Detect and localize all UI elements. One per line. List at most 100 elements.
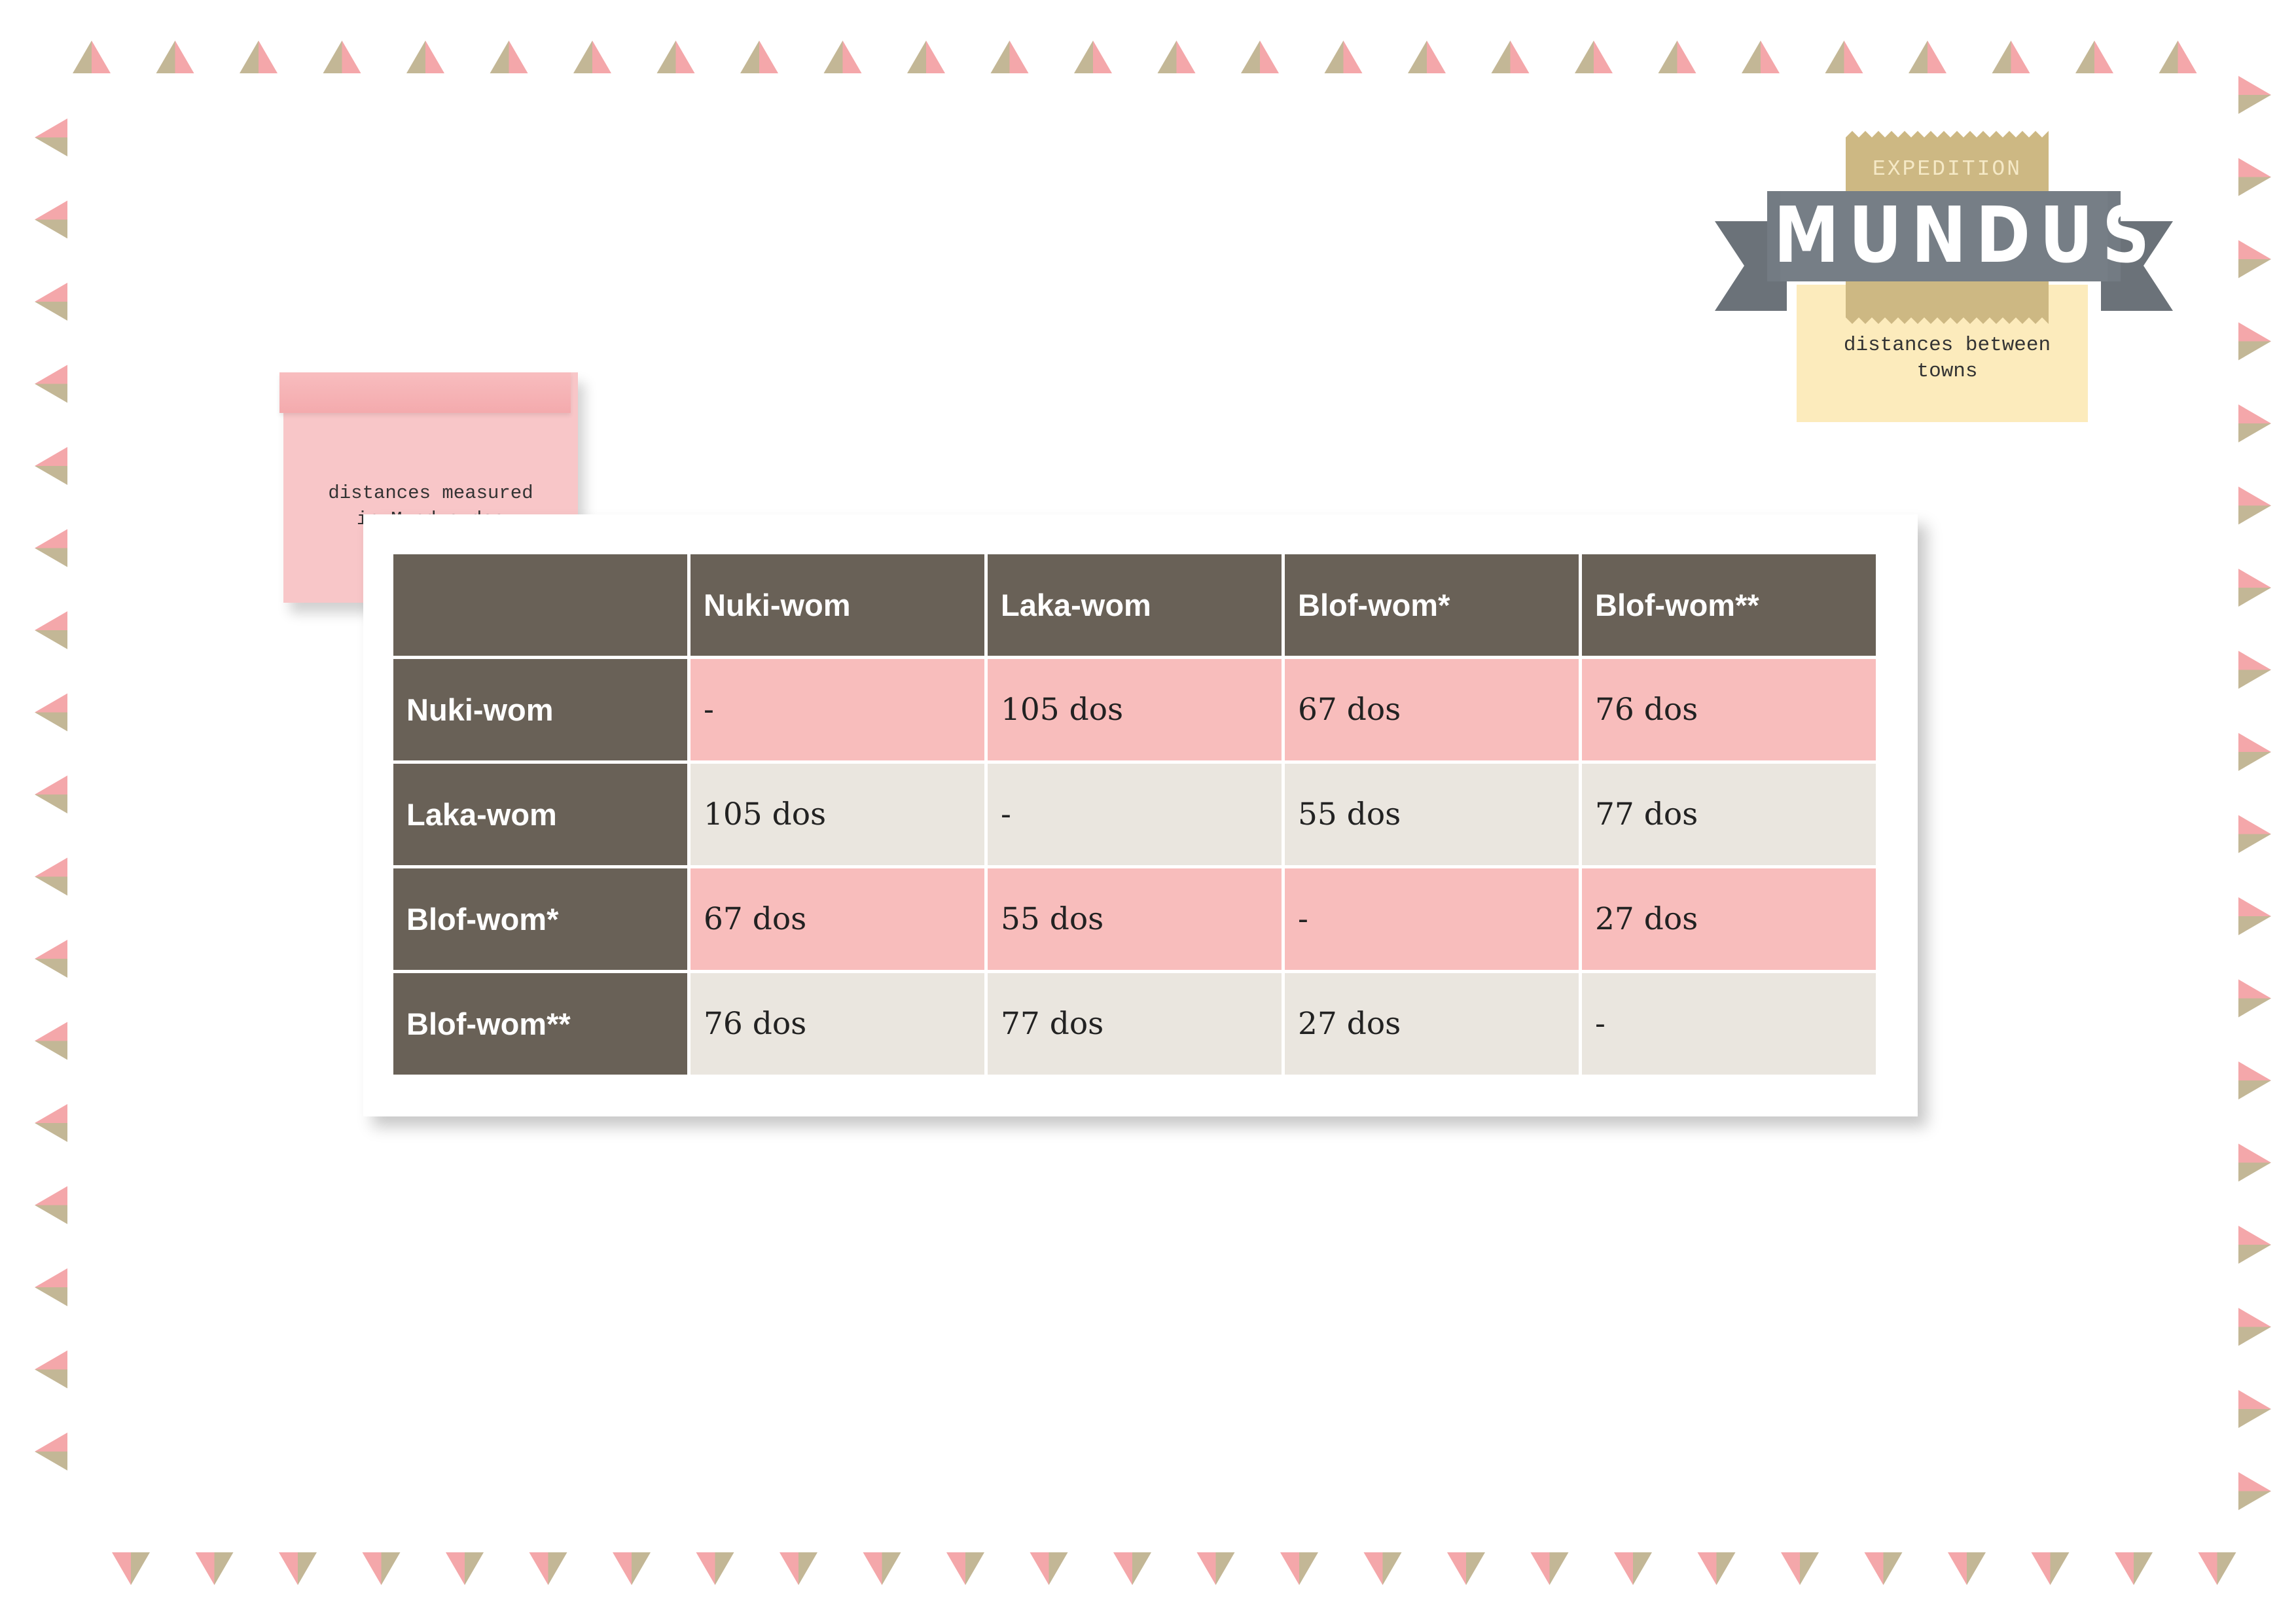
border-triangle: [1658, 41, 1677, 73]
border-triangle: [1030, 1552, 1049, 1585]
border-triangle: [2238, 1409, 2271, 1428]
border-triangle: [2031, 1552, 2051, 1585]
border-triangle: [2238, 1327, 2271, 1346]
border-triangle: [112, 1552, 131, 1585]
border-triangle: [2011, 41, 2030, 73]
table-corner-header: [393, 554, 687, 656]
border-triangle: [780, 1552, 798, 1585]
border-triangle: [35, 1268, 67, 1287]
border-triangle: [35, 283, 67, 302]
column-header: Blof-wom**: [1582, 554, 1876, 656]
border-triangle: [1510, 41, 1530, 73]
border-triangle: [907, 41, 926, 73]
border-triangle: [2238, 1080, 2271, 1099]
border-triangle: [1800, 1552, 1819, 1585]
border-triangle: [1215, 1552, 1235, 1585]
border-triangle: [2238, 979, 2271, 999]
badge-title: MUNDUS: [1774, 190, 2159, 281]
border-triangle: [2050, 1552, 2070, 1585]
border-triangle: [1491, 41, 1511, 73]
column-header: Laka-wom: [988, 554, 1282, 656]
border-triangle: [1363, 1552, 1383, 1585]
border-triangle: [529, 1552, 548, 1585]
table-row: Blof-wom* 67 dos 55 dos - 27 dos: [393, 868, 1876, 970]
border-triangle: [863, 1552, 882, 1585]
border-triangle: [1697, 1552, 1717, 1585]
column-header: Nuki-wom: [691, 554, 984, 656]
distance-card: Nuki-wom Laka-wom Blof-wom* Blof-wom** N…: [363, 514, 1918, 1116]
distance-cell: 55 dos: [1285, 764, 1579, 865]
border-triangle: [1530, 1552, 1550, 1585]
border-triangle: [35, 959, 67, 978]
distance-cell: -: [1582, 973, 1876, 1075]
border-triangle: [92, 41, 111, 73]
border-triangle: [2238, 1226, 2271, 1245]
border-triangle: [2238, 341, 2271, 361]
distance-cell: 76 dos: [691, 973, 984, 1075]
border-triangle: [214, 1552, 234, 1585]
border-triangle: [1324, 41, 1344, 73]
border-triangle: [35, 529, 67, 548]
border-triangle: [1113, 1552, 1132, 1585]
border-triangle: [323, 41, 342, 73]
distance-cell: -: [691, 659, 984, 760]
row-header: Nuki-wom: [393, 659, 687, 760]
border-triangle: [1260, 41, 1279, 73]
border-triangle: [946, 1552, 965, 1585]
border-triangle: [1677, 41, 1696, 73]
border-triangle: [1844, 41, 1863, 73]
distance-cell: 55 dos: [988, 868, 1282, 970]
border-triangle: [35, 137, 67, 156]
border-triangle: [2198, 1552, 2217, 1585]
border-triangle: [1864, 1552, 1884, 1585]
sticky-note-flap: [279, 372, 571, 413]
distance-cell: 27 dos: [1582, 868, 1876, 970]
border-triangle: [2238, 76, 2271, 95]
border-triangle: [2238, 569, 2271, 588]
border-triangle: [632, 1552, 651, 1585]
distance-cell: 105 dos: [988, 659, 1282, 760]
border-triangle: [342, 41, 361, 73]
border-triangle: [35, 383, 67, 403]
border-triangle: [35, 200, 67, 220]
border-triangle: [175, 41, 194, 73]
border-triangle: [1093, 41, 1112, 73]
border-triangle: [1742, 41, 1761, 73]
border-triangle: [2238, 1162, 2271, 1182]
border-triangle: [35, 548, 67, 567]
border-triangle: [35, 302, 67, 321]
border-triangle: [2238, 897, 2271, 916]
border-triangle: [2238, 322, 2271, 342]
border-triangle: [1575, 41, 1594, 73]
border-triangle: [1408, 41, 1427, 73]
border-triangle: [798, 1552, 817, 1585]
border-triangle: [35, 776, 67, 794]
border-triangle: [509, 41, 528, 73]
border-triangle: [2238, 404, 2271, 423]
border-triangle: [2238, 423, 2271, 442]
expedition-badge: EXPEDITION MUNDUS distances between town…: [1715, 131, 2173, 432]
border-triangle: [2238, 916, 2271, 935]
border-triangle: [2094, 41, 2113, 73]
border-triangle: [35, 1205, 67, 1224]
border-triangle: [1909, 41, 1928, 73]
border-triangle: [759, 41, 778, 73]
border-triangle: [2178, 41, 2197, 73]
border-triangle: [1825, 41, 1844, 73]
distance-cell: -: [988, 764, 1282, 865]
border-triangle: [381, 1552, 401, 1585]
border-triangle: [1241, 41, 1260, 73]
table-row: Nuki-wom - 105 dos 67 dos 76 dos: [393, 659, 1876, 760]
border-triangle: [2238, 505, 2271, 525]
border-triangle: [35, 693, 67, 713]
border-triangle: [35, 1022, 67, 1041]
border-triangle: [2238, 815, 2271, 834]
border-triangle: [2238, 1061, 2271, 1080]
border-triangle: [35, 1350, 67, 1370]
distance-cell: -: [1285, 868, 1579, 970]
border-triangle: [490, 41, 509, 73]
border-triangle: [1781, 1552, 1800, 1585]
border-triangle: [1176, 41, 1196, 73]
border-triangle: [1633, 1552, 1652, 1585]
border-triangle: [35, 1123, 67, 1142]
